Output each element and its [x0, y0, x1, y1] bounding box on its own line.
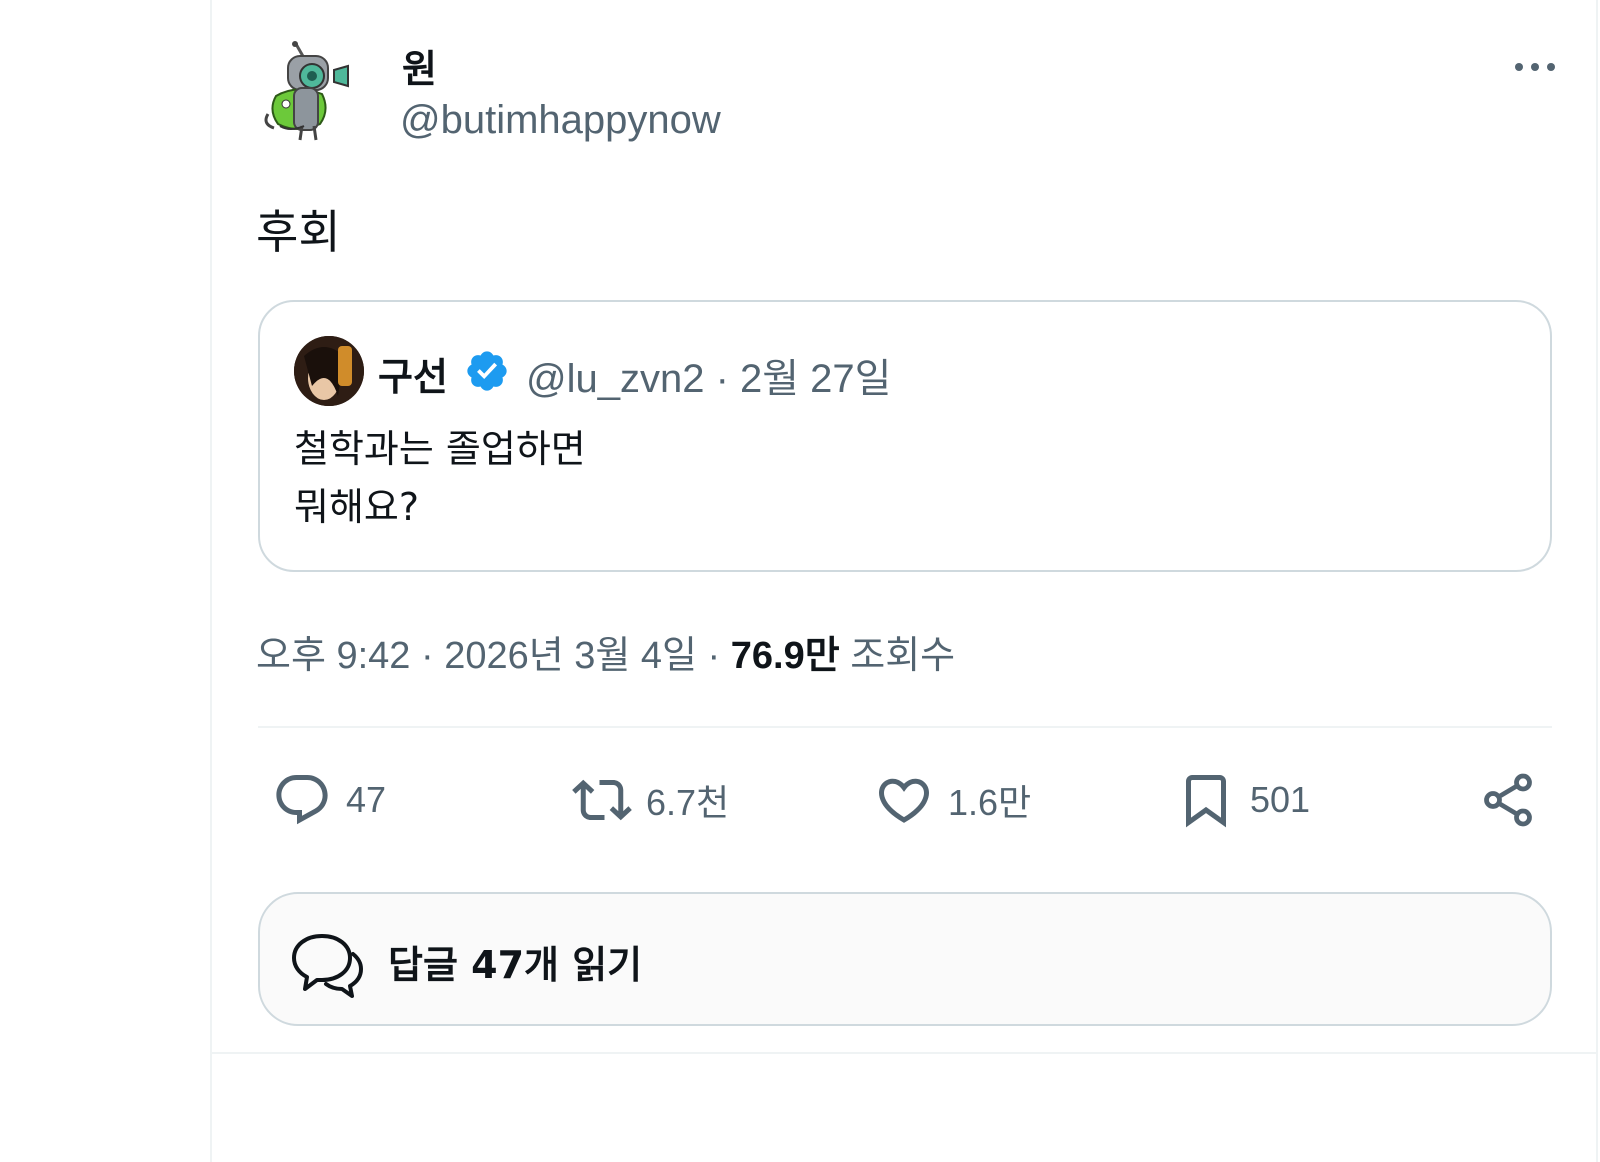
bookmark-count: 501: [1250, 779, 1311, 820]
quoted-handle-and-date: @lu_zvn2 · 2월 27일: [526, 357, 892, 401]
author-avatar[interactable]: [258, 40, 358, 144]
page: 원 @butimhappynow 후회 구선 @lu_zvn2 · 2월 27일…: [0, 0, 1600, 1162]
divider: [258, 726, 1552, 728]
views-count: 76.9만: [730, 635, 840, 677]
views-label: 조회수: [839, 635, 956, 677]
quoted-tweet-text: 철학과는 졸업하면 뭐해요?: [294, 420, 586, 536]
quoted-author-name[interactable]: 구선: [378, 346, 448, 401]
verified-badge-icon: [467, 351, 507, 391]
heart-icon: [878, 778, 930, 823]
quoted-text-line: 뭐해요?: [294, 485, 420, 529]
quoted-text-line: 철학과는 졸업하면: [294, 427, 586, 471]
share-icon: [1484, 773, 1532, 827]
retweet-icon: [572, 779, 632, 821]
reply-button[interactable]: 47: [272, 770, 386, 830]
bookmark-icon: [1186, 775, 1226, 828]
like-button[interactable]: 1.6만: [874, 770, 1031, 830]
share-button[interactable]: [1478, 770, 1538, 830]
tweet-timestamp[interactable]: 오후 9:42 · 2026년 3월 4일 ·: [256, 635, 731, 677]
retweet-count: 6.7천: [646, 782, 730, 823]
speech-bubbles-icon: [292, 934, 363, 998]
more-horizontal-icon: [1515, 63, 1523, 71]
read-replies-button[interactable]: 답글 47개 읽기: [258, 892, 1552, 1026]
quoted-author-avatar[interactable]: [294, 336, 364, 406]
author-name[interactable]: 원: [402, 38, 437, 93]
bookmark-button[interactable]: 501: [1176, 770, 1310, 830]
tweet: 원 @butimhappynow 후회 구선 @lu_zvn2 · 2월 27일…: [212, 0, 1596, 1054]
reply-count: 47: [346, 779, 387, 820]
column-border-right: [1596, 0, 1598, 1162]
tweet-text: 후회: [256, 205, 341, 259]
tweet-meta: 오후 9:42 · 2026년 3월 4일 · 76.9만 조회수: [256, 624, 955, 679]
reply-icon: [276, 775, 328, 825]
author-handle[interactable]: @butimhappynow: [400, 98, 721, 143]
quoted-tweet-card[interactable]: 구선 @lu_zvn2 · 2월 27일 철학과는 졸업하면 뭐해요?: [258, 300, 1552, 572]
more-options-button[interactable]: [1500, 52, 1570, 82]
read-replies-label: 답글 47개 읽기: [388, 943, 643, 987]
retweet-button[interactable]: 6.7천: [572, 770, 729, 830]
like-count: 1.6만: [948, 782, 1032, 823]
